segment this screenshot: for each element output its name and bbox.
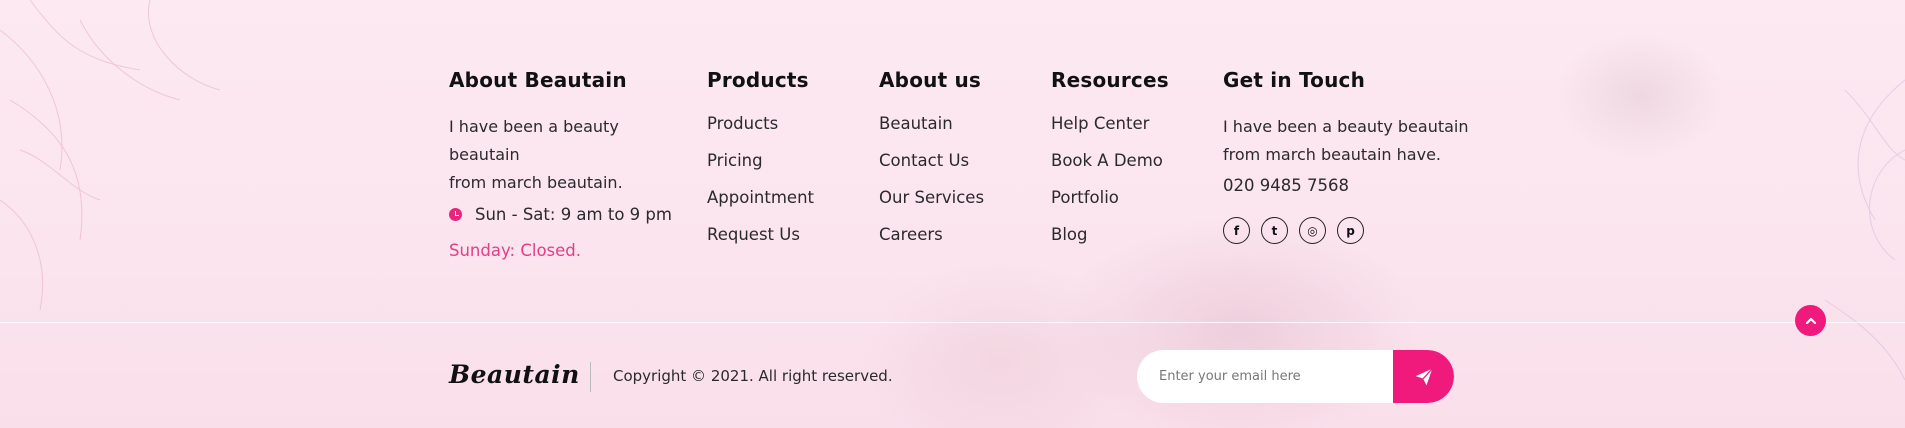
about-description-line-2: from march beautain. <box>449 173 623 192</box>
chevron-up-icon <box>1805 317 1816 324</box>
careers-link[interactable]: Careers <box>879 225 984 262</box>
touch-description: I have been a beauty beautain from march… <box>1223 113 1473 169</box>
copyright-text: Copyright © 2021. All right reserved. <box>613 367 893 385</box>
scroll-to-top-button[interactable] <box>1795 305 1826 336</box>
beautain-link[interactable]: Beautain <box>879 114 984 151</box>
resources-links: Help Center Book A Demo Portfolio Blog <box>1051 114 1169 262</box>
newsletter-form <box>1137 350 1454 403</box>
products-links: Products Pricing Appointment Request Us <box>707 114 814 262</box>
get-in-touch-column: Get in Touch I have been a beauty beauta… <box>1223 68 1473 244</box>
about-description: I have been a beauty beautain from march… <box>449 113 689 197</box>
instagram-icon[interactable]: ◎ <box>1299 217 1326 244</box>
pinterest-icon[interactable]: p <box>1337 217 1364 244</box>
social-links: f t ◎ p <box>1223 217 1473 244</box>
appointment-link[interactable]: Appointment <box>707 188 814 225</box>
book-a-demo-link[interactable]: Book A Demo <box>1051 151 1169 188</box>
products-column: Products Products Pricing Appointment Re… <box>707 68 814 262</box>
portfolio-link[interactable]: Portfolio <box>1051 188 1169 225</box>
phone-number: 020 9485 7568 <box>1223 176 1349 195</box>
facebook-icon[interactable]: f <box>1223 217 1250 244</box>
email-input[interactable] <box>1137 350 1393 403</box>
resources-column: Resources Help Center Book A Demo Portfo… <box>1051 68 1169 262</box>
opening-hours-text: Sun - Sat: 9 am to 9 pm <box>475 205 672 224</box>
opening-hours: Sun - Sat: 9 am to 9 pm <box>449 205 689 224</box>
paper-plane-icon <box>1415 367 1433 385</box>
products-title: Products <box>707 68 809 92</box>
get-in-touch-title: Get in Touch <box>1223 68 1366 92</box>
help-center-link[interactable]: Help Center <box>1051 114 1169 151</box>
about-us-title: About us <box>879 68 982 92</box>
floral-decoration-right <box>1824 79 1905 381</box>
floral-decoration-left <box>0 0 221 311</box>
touch-description-line-1: I have been a beauty beautain <box>1223 117 1469 136</box>
about-us-links: Beautain Contact Us Our Services Careers <box>879 114 984 262</box>
our-services-link[interactable]: Our Services <box>879 188 984 225</box>
contact-us-link[interactable]: Contact Us <box>879 151 984 188</box>
blog-link[interactable]: Blog <box>1051 225 1169 262</box>
beautain-logo[interactable]: Beautain <box>449 360 580 389</box>
touch-description-line-2: from march beautain have. <box>1223 145 1441 164</box>
footer-divider <box>0 322 1905 323</box>
resources-title: Resources <box>1051 68 1169 92</box>
request-us-link[interactable]: Request Us <box>707 225 814 262</box>
about-title: About Beautain <box>449 68 627 92</box>
about-description-line-1: I have been a beauty beautain <box>449 117 619 164</box>
clock-icon <box>449 208 462 221</box>
logo-separator <box>590 362 591 392</box>
pricing-link[interactable]: Pricing <box>707 151 814 188</box>
send-button[interactable] <box>1393 350 1454 403</box>
products-link[interactable]: Products <box>707 114 814 151</box>
twitter-icon[interactable]: t <box>1261 217 1288 244</box>
about-us-column: About us Beautain Contact Us Our Service… <box>879 68 984 262</box>
about-beautain-column: About Beautain I have been a beauty beau… <box>449 68 689 260</box>
closed-notice: Sunday: Closed. <box>449 241 582 260</box>
